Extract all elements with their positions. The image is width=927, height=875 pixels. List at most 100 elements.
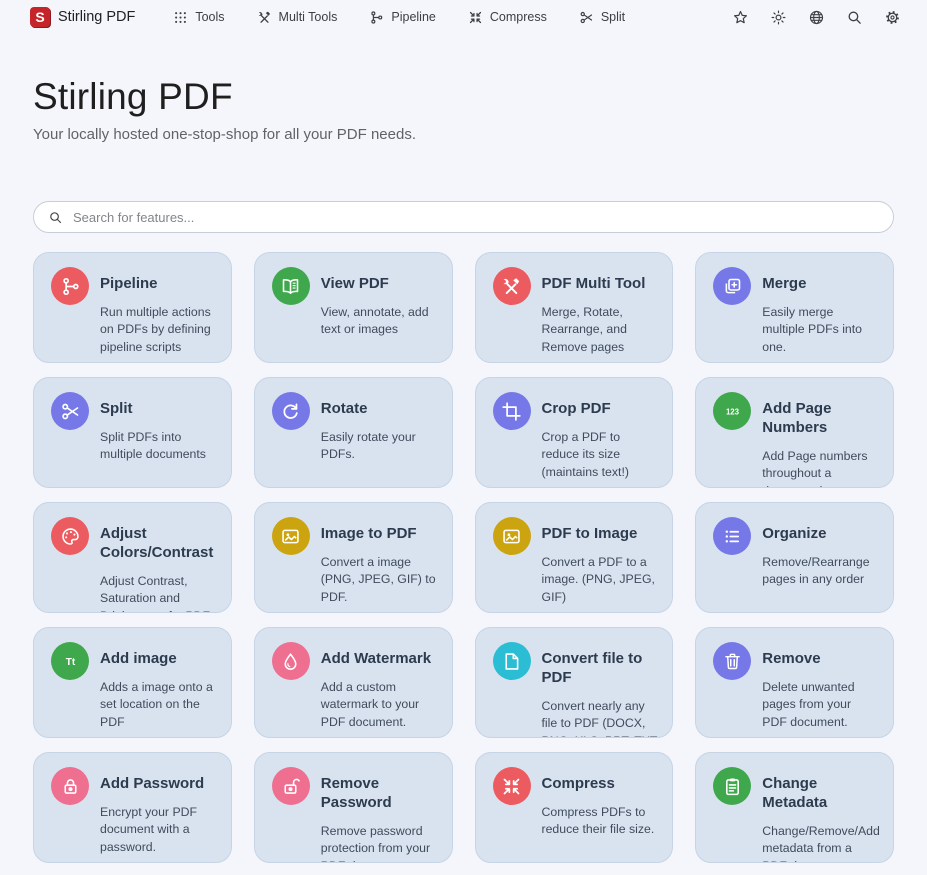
feature-card-merge[interactable]: Merge Easily merge multiple PDFs into on… [695, 252, 894, 363]
feature-card-image-to-pdf[interactable]: Image to PDF Convert a image (PNG, JPEG,… [254, 502, 453, 613]
feature-description: Adds a image onto a set location on the … [100, 679, 217, 732]
theme-toggle-sun-icon[interactable] [770, 9, 787, 26]
compress-icon [493, 767, 531, 805]
star-icon[interactable] [732, 9, 749, 26]
feature-card-adjust-colors-contrast[interactable]: Adjust Colors/Contrast Adjust Contrast, … [33, 502, 232, 613]
onetwothree-icon: 123 [713, 392, 751, 430]
trash-icon [713, 642, 751, 680]
nav-item-pipeline[interactable]: Pipeline [369, 10, 435, 25]
feature-title: View PDF [321, 275, 438, 294]
feature-description: Convert nearly any file to PDF (DOCX, PN… [542, 698, 659, 739]
crop-icon [493, 392, 531, 430]
page-title: Stirling PDF [33, 76, 894, 118]
svg-text:123: 123 [726, 407, 740, 416]
feature-card-add-page-numbers[interactable]: 123 Add Page Numbers Add Page numbers th… [695, 377, 894, 488]
feature-card-convert-file-to-pdf[interactable]: Convert file to PDF Convert nearly any f… [475, 627, 674, 738]
feature-title: Compress [542, 775, 659, 794]
feature-search-bar[interactable] [33, 201, 894, 233]
list-icon [713, 517, 751, 555]
nav-item-multi-tools[interactable]: Multi Tools [257, 10, 338, 25]
brand-name: Stirling PDF [58, 9, 135, 25]
feature-title: Image to PDF [321, 525, 438, 544]
feature-title: Convert file to PDF [542, 650, 659, 688]
tools-icon [493, 267, 531, 305]
feature-description: Remove password protection from your PDF… [321, 823, 438, 864]
feature-description: Add Page numbers throughout a document i… [762, 448, 879, 489]
feature-description: Convert a image (PNG, JPEG, GIF) to PDF. [321, 554, 438, 607]
scissors-icon [579, 10, 594, 25]
feature-description: Run multiple actions on PDFs by defining… [100, 304, 217, 357]
feature-card-view-pdf[interactable]: View PDF View, annotate, add text or ima… [254, 252, 453, 363]
nav-item-tools[interactable]: Tools [173, 10, 224, 25]
feature-card-split[interactable]: Split Split PDFs into multiple documents [33, 377, 232, 488]
navbar: S Stirling PDF Tools Multi Tools Pipelin… [0, 0, 927, 34]
feature-description: Adjust Contrast, Saturation and Brightne… [100, 573, 217, 614]
feature-card-crop-pdf[interactable]: Crop PDF Crop a PDF to reduce its size (… [475, 377, 674, 488]
feature-card-pipeline[interactable]: Pipeline Run multiple actions on PDFs by… [33, 252, 232, 363]
merge-icon [713, 267, 751, 305]
grid-icon [173, 10, 188, 25]
feature-title: Organize [762, 525, 879, 544]
svg-text:Tt: Tt [65, 657, 75, 668]
image-icon [272, 517, 310, 555]
feature-description: Remove/Rearrange pages in any order [762, 554, 879, 589]
brand[interactable]: S Stirling PDF [30, 7, 135, 27]
feature-description: Merge, Rotate, Rearrange, and Remove pag… [542, 304, 659, 357]
page-subtitle: Your locally hosted one-stop-shop for al… [33, 126, 894, 143]
unlock-icon [272, 767, 310, 805]
feature-title: PDF Multi Tool [542, 275, 659, 294]
feature-card-add-watermark[interactable]: Add Watermark Add a custom watermark to … [254, 627, 453, 738]
feature-card-rotate[interactable]: Rotate Easily rotate your PDFs. [254, 377, 453, 488]
nav-item-label: Split [601, 10, 625, 24]
feature-card-compress[interactable]: Compress Compress PDFs to reduce their f… [475, 752, 674, 863]
nav-item-compress[interactable]: Compress [468, 10, 547, 25]
pipeline-icon [369, 10, 384, 25]
feature-grid: Pipeline Run multiple actions on PDFs by… [33, 252, 894, 863]
feature-description: Crop a PDF to reduce its size (maintains… [542, 429, 659, 482]
file-icon [493, 642, 531, 680]
feature-title: PDF to Image [542, 525, 659, 544]
feature-card-add-image[interactable]: Tt Add image Adds a image onto a set loc… [33, 627, 232, 738]
nav-actions [732, 9, 901, 26]
feature-description: Delete unwanted pages from your PDF docu… [762, 679, 879, 732]
language-globe-icon[interactable] [808, 9, 825, 26]
clipboard-icon [713, 767, 751, 805]
feature-description: Convert a PDF to a image. (PNG, JPEG, GI… [542, 554, 659, 607]
image-icon [493, 517, 531, 555]
feature-title: Split [100, 400, 217, 419]
feature-title: Remove Password [321, 775, 438, 813]
feature-description: Compress PDFs to reduce their file size. [542, 804, 659, 839]
feature-card-remove-password[interactable]: Remove Password Remove password protecti… [254, 752, 453, 863]
search-icon[interactable] [846, 9, 863, 26]
feature-title: Crop PDF [542, 400, 659, 419]
feature-card-pdf-to-image[interactable]: PDF to Image Convert a PDF to a image. (… [475, 502, 674, 613]
feature-card-add-password[interactable]: Add Password Encrypt your PDF document w… [33, 752, 232, 863]
scissors-icon [51, 392, 89, 430]
feature-card-remove[interactable]: Remove Delete unwanted pages from your P… [695, 627, 894, 738]
book-icon [272, 267, 310, 305]
feature-title: Add Password [100, 775, 217, 794]
tools-icon [257, 10, 272, 25]
lock-icon [51, 767, 89, 805]
feature-title: Add Page Numbers [762, 400, 879, 438]
nav-item-label: Tools [195, 10, 224, 24]
feature-card-change-metadata[interactable]: Change Metadata Change/Remove/Add metada… [695, 752, 894, 863]
feature-title: Adjust Colors/Contrast [100, 525, 217, 563]
feature-description: Easily merge multiple PDFs into one. [762, 304, 879, 357]
feature-title: Pipeline [100, 275, 217, 294]
feature-description: Encrypt your PDF document with a passwor… [100, 804, 217, 857]
feature-card-organize[interactable]: Organize Remove/Rearrange pages in any o… [695, 502, 894, 613]
feature-card-pdf-multi-tool[interactable]: PDF Multi Tool Merge, Rotate, Rearrange,… [475, 252, 674, 363]
nav-item-split[interactable]: Split [579, 10, 625, 25]
feature-title: Add Watermark [321, 650, 438, 669]
settings-gear-icon[interactable] [884, 9, 901, 26]
search-icon [48, 210, 63, 225]
feature-description: Change/Remove/Add metadata from a PDF do… [762, 823, 879, 864]
palette-icon [51, 517, 89, 555]
feature-title: Merge [762, 275, 879, 294]
search-input[interactable] [73, 210, 879, 225]
drop-icon [272, 642, 310, 680]
text-icon: Tt [51, 642, 89, 680]
rotate-icon [272, 392, 310, 430]
feature-title: Change Metadata [762, 775, 879, 813]
